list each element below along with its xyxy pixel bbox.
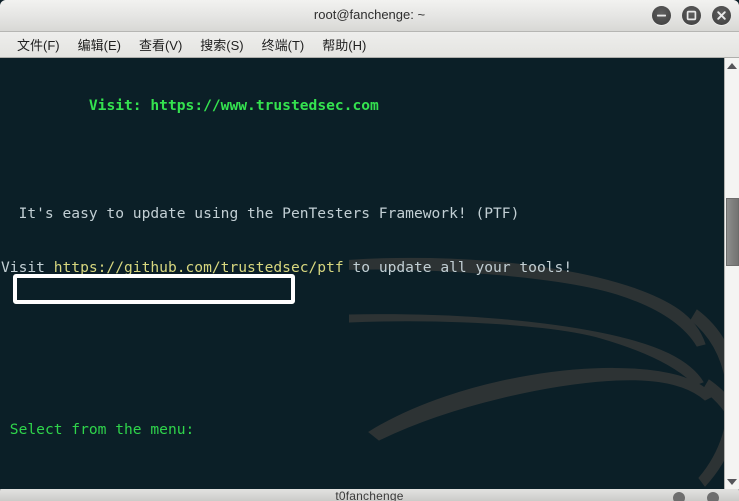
terminal-window: root@fanchenge: ~ 文件(F) 编辑(E) 查看(V) 搜索(S… [0, 0, 739, 489]
terminal-line-ptf: Visit https://github.com/trustedsec/ptf … [1, 259, 573, 276]
terminal-scrollbar[interactable] [724, 58, 739, 489]
titlebar[interactable]: root@fanchenge: ~ [0, 0, 739, 32]
terminal-line-blank1 [1, 151, 572, 169]
scroll-up-arrow[interactable] [725, 59, 739, 73]
visit-url: https://www.trustedsec.com [150, 97, 379, 114]
minimize-button[interactable] [652, 6, 671, 25]
menu-view[interactable]: 查看(V) [130, 33, 191, 56]
terminal-line-blank2 [1, 313, 572, 331]
maximize-button[interactable] [682, 6, 701, 25]
terminal-line-visit: Visit: https://www.trustedsec.com [1, 97, 572, 115]
scroll-down-arrow[interactable] [725, 475, 739, 489]
scroll-thumb[interactable] [726, 198, 739, 266]
terminal-line-blank4 [1, 475, 572, 489]
ptf-url: https://github.com/trustedsec/ptf [53, 259, 344, 276]
menubar: 文件(F) 编辑(E) 查看(V) 搜索(S) 终端(T) 帮助(H) [0, 32, 739, 58]
terminal-body[interactable]: Visit: https://www.trustedsec.com It's e… [0, 58, 739, 489]
background-minimize-button[interactable] [673, 492, 685, 501]
visit-label: Visit: [88, 97, 151, 114]
terminal-line-select: Select from the menu: [1, 421, 572, 439]
background-maximize-button[interactable] [707, 492, 719, 501]
menu-file[interactable]: 文件(F) [8, 33, 69, 56]
select-heading: Select from the menu: [9, 421, 195, 438]
menu-edit[interactable]: 编辑(E) [69, 33, 130, 56]
background-window-title: t0fanchenge [335, 489, 404, 501]
menu-help[interactable]: 帮助(H) [313, 33, 375, 56]
desktop-root: t0fanchenge root@fanchenge: ~ 文件(F) 编辑(E… [0, 0, 739, 501]
terminal-line-update: It's easy to update using the PenTesters… [1, 205, 520, 222]
terminal-output: Visit: https://www.trustedsec.com It's e… [0, 58, 572, 489]
window-controls [652, 6, 731, 25]
terminal-line-blank3 [1, 367, 572, 385]
menu-terminal[interactable]: 终端(T) [253, 33, 314, 56]
close-button[interactable] [712, 6, 731, 25]
window-title: root@fanchenge: ~ [313, 7, 426, 22]
menu-search[interactable]: 搜索(S) [191, 33, 252, 56]
